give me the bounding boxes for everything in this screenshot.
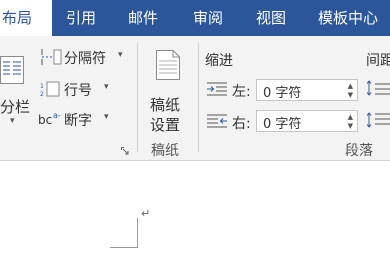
ribbon-tab-bar: 布局 引用 邮件 审阅 视图 模板中心 <box>0 0 390 36</box>
indent-left-label: 左: <box>232 84 251 100</box>
indent-right-input[interactable]: 0 字符 ▲ ▼ <box>256 110 358 132</box>
tab-references[interactable]: 引用 <box>66 0 96 36</box>
svg-text:2: 2 <box>40 91 44 97</box>
columns-button[interactable]: 分栏 ▾ <box>0 50 31 128</box>
paragraph-group-label: 段落 <box>345 143 373 159</box>
document-page[interactable]: ↵ <box>0 161 390 260</box>
spacing-after-icon <box>366 112 390 128</box>
indent-left-value: 0 字符 <box>263 86 302 101</box>
line-numbers-dropdown-arrow: ▾ <box>104 82 109 92</box>
indent-left-input[interactable]: 0 字符 ▲ ▼ <box>256 79 358 101</box>
paragraph-mark: ↵ <box>141 207 151 220</box>
svg-text:bc: bc <box>38 113 52 127</box>
page-setup-dialog-launcher-icon[interactable] <box>121 147 129 155</box>
line-numbers-label: 行号 <box>64 83 92 99</box>
hyphenation-dropdown-arrow: ▾ <box>104 112 109 122</box>
spin-down-icon[interactable]: ▼ <box>348 91 353 99</box>
manuscript-button-label-line1: 稿纸 <box>150 96 181 114</box>
indent-heading: 缩进 <box>205 53 233 69</box>
tab-mailings[interactable]: 邮件 <box>128 0 158 36</box>
tab-view[interactable]: 视图 <box>256 0 286 36</box>
manuscript-button-label-line2: 设置 <box>150 116 181 134</box>
tab-template-center[interactable]: 模板中心 <box>318 0 378 36</box>
tab-layout[interactable]: 布局 <box>0 0 52 36</box>
indent-right-value: 0 字符 <box>263 117 302 132</box>
spacing-heading: 间距 <box>366 53 390 69</box>
hyphenation-button[interactable]: bc a- 断字 ▾ <box>38 108 132 130</box>
line-numbers-button[interactable]: 1 2 行号 ▾ <box>38 78 132 100</box>
hyphenation-icon: bc a- <box>38 111 61 127</box>
manuscript-group-label: 稿纸 <box>151 143 179 159</box>
spin-up-icon[interactable]: ▲ <box>348 82 353 90</box>
svg-text:1: 1 <box>40 83 44 90</box>
group-divider <box>137 42 138 152</box>
spin-down-icon[interactable]: ▼ <box>348 122 353 130</box>
ribbon: 分栏 ▾ 分隔符 ▾ 1 2 行号 ▾ bc a- 断字 ▾ 稿纸 设置 稿纸 … <box>0 36 390 161</box>
breaks-label: 分隔符 <box>64 51 106 67</box>
svg-text:a-: a- <box>53 111 61 120</box>
indent-right-label: 右: <box>232 116 251 132</box>
columns-icon <box>0 56 24 84</box>
group-divider <box>198 42 199 152</box>
indent-right-icon <box>207 114 227 128</box>
spacing-before-icon <box>366 80 390 96</box>
line-numbers-icon: 1 2 <box>40 81 60 97</box>
columns-label: 分栏 <box>0 98 31 116</box>
breaks-icon <box>41 49 62 65</box>
breaks-button[interactable]: 分隔符 ▾ <box>38 46 132 68</box>
breaks-dropdown-arrow: ▾ <box>118 50 123 60</box>
columns-dropdown-arrow: ▾ <box>10 116 15 126</box>
margin-corner-mark-vertical <box>137 218 138 248</box>
manuscript-paper-icon <box>156 50 180 80</box>
spin-up-icon[interactable]: ▲ <box>348 113 353 121</box>
tab-review[interactable]: 审阅 <box>193 0 223 36</box>
margin-corner-mark-horizontal <box>110 247 138 248</box>
indent-left-icon <box>207 82 227 96</box>
manuscript-settings-button[interactable]: 稿纸 设置 <box>144 48 190 134</box>
hyphenation-label: 断字 <box>64 113 92 129</box>
